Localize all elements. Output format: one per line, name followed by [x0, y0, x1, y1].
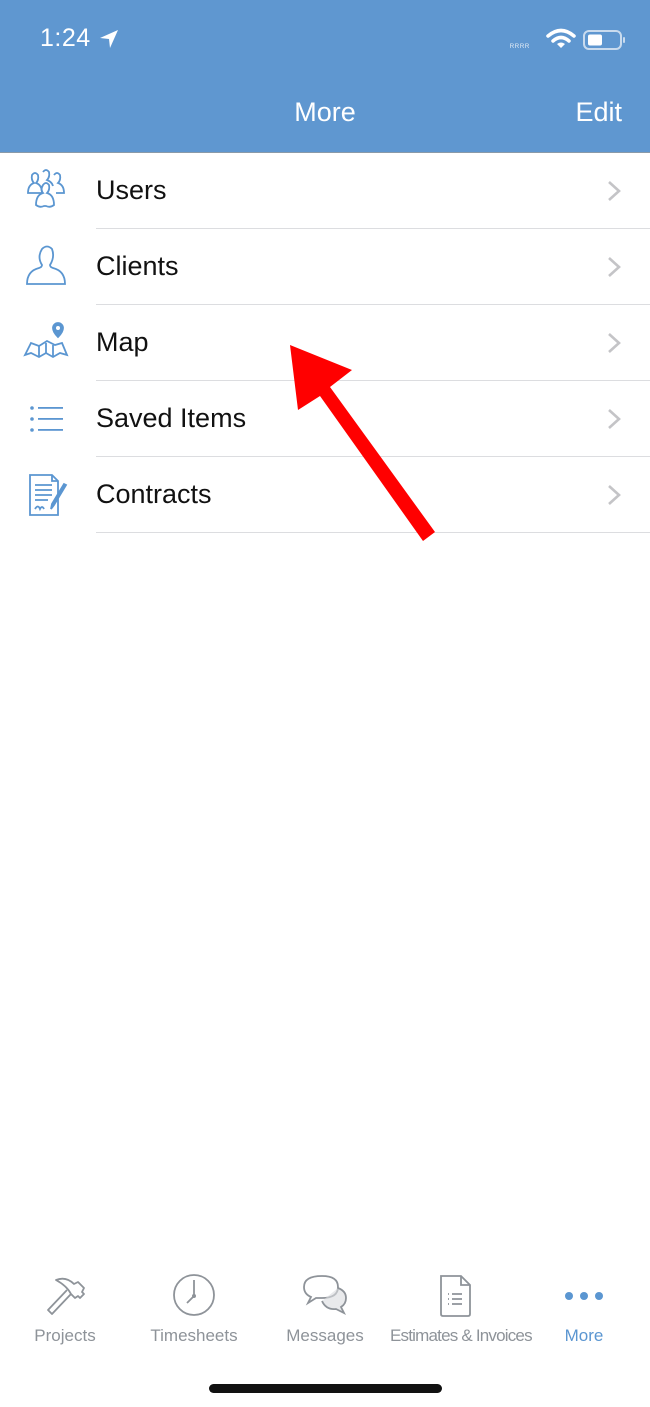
client-icon: [26, 245, 66, 285]
menu-item-label: Saved Items: [96, 403, 247, 433]
chevron-right-icon: [608, 257, 621, 277]
more-dots-icon: [565, 1292, 603, 1300]
menu-item-label: Clients: [96, 251, 179, 281]
battery-icon: [583, 30, 625, 50]
chevron-right-icon: [608, 181, 621, 201]
chat-bubbles-icon: [303, 1275, 347, 1316]
annotation-arrow: [290, 345, 435, 541]
menu-item-label: Users: [96, 175, 167, 205]
tab-label: Messages: [286, 1326, 364, 1345]
tab-timesheets[interactable]: Timesheets: [129, 1272, 259, 1346]
chevron-right-icon: [608, 485, 621, 505]
tab-label: Estimates & Invoices: [390, 1326, 533, 1345]
tab-estimates-invoices[interactable]: Estimates & Invoices: [390, 1272, 533, 1346]
tab-label: Timesheets: [150, 1326, 238, 1345]
hammer-icon: [47, 1277, 85, 1315]
navigation-header: 1:24 ᴿᴿᴿᴿ More Edit: [0, 0, 650, 153]
menu-item-users[interactable]: Users: [0, 153, 650, 229]
clock-icon: [173, 1274, 215, 1316]
signal-icon: ᴿᴿᴿᴿ: [510, 42, 531, 52]
chevron-right-icon: [608, 333, 621, 353]
list-icon: [30, 406, 63, 432]
location-arrow-icon: [100, 30, 118, 48]
tab-label: More: [564, 1326, 604, 1345]
tab-messages[interactable]: Messages: [260, 1272, 390, 1346]
tab-more[interactable]: More: [519, 1272, 649, 1346]
status-time: 1:24: [40, 24, 91, 52]
page-title: More: [294, 97, 356, 127]
map-icon: [23, 322, 69, 359]
menu-item-clients[interactable]: Clients: [0, 229, 650, 305]
chevron-right-icon: [608, 409, 621, 429]
menu-item-label: Contracts: [96, 479, 212, 509]
edit-button[interactable]: Edit: [575, 97, 622, 128]
wifi-icon: [546, 28, 576, 48]
menu-item-label: Map: [96, 327, 149, 357]
tab-label: Projects: [34, 1326, 96, 1345]
contract-icon: [29, 474, 68, 516]
tab-projects[interactable]: Projects: [0, 1272, 130, 1346]
document-icon: [440, 1275, 471, 1317]
home-indicator[interactable]: [209, 1384, 442, 1393]
users-icon: [27, 169, 65, 208]
